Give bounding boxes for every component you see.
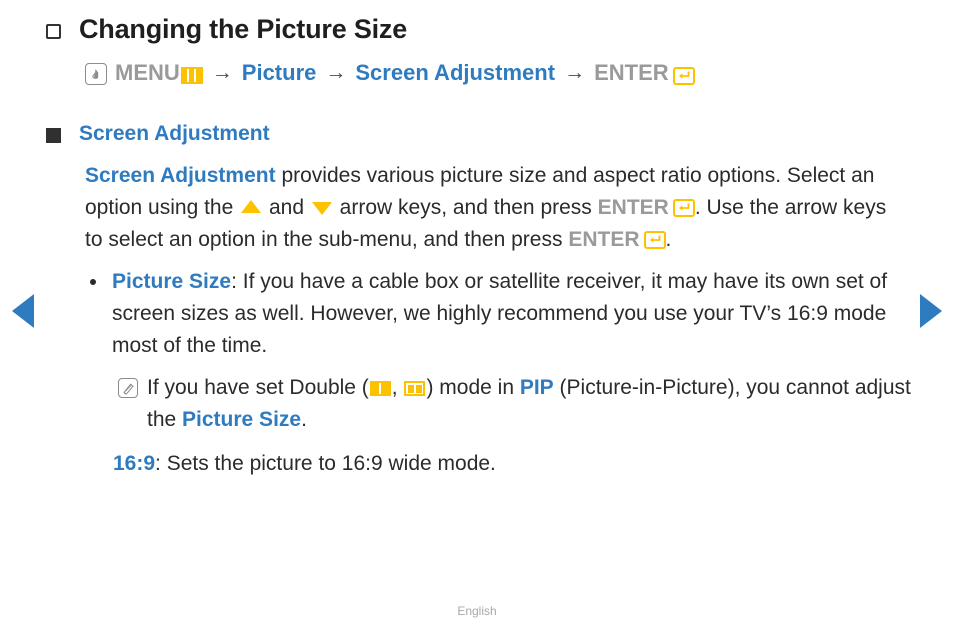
option-term: 16:9 (113, 452, 156, 475)
note-part-4: . (301, 408, 307, 431)
breadcrumb-item-picture[interactable]: Picture (242, 58, 317, 88)
breadcrumb-arrow-1: → (211, 61, 233, 84)
paragraph-lead-term: Screen Adjustment (85, 164, 276, 187)
bullet-dot-icon (90, 279, 96, 285)
double-vertical-icon (369, 381, 391, 396)
next-page-arrow-icon[interactable] (920, 294, 942, 328)
manual-page: Changing the Picture Size MENU → Picture… (0, 0, 954, 624)
breadcrumb: MENU → Picture → Screen Adjustment → ENT… (85, 58, 695, 88)
menu-grid-icon (180, 66, 203, 84)
breadcrumb-enter-label: ENTER (594, 60, 669, 85)
section-heading-row: Screen Adjustment (46, 122, 270, 146)
note-pip-term: PIP (519, 376, 554, 399)
page-title: Changing the Picture Size (79, 14, 408, 44)
option-description: : Sets the picture to 16:9 wide mode. (155, 452, 496, 475)
paragraph-part-3: arrow keys, and then press (333, 196, 598, 219)
breadcrumb-item-screen-adjustment[interactable]: Screen Adjustment (355, 58, 555, 88)
note-block: If you have set Double (, ) mode in PIP … (118, 372, 918, 436)
paragraph-part-5: . (665, 228, 672, 251)
breadcrumb-menu-label: MENU (115, 60, 180, 85)
title-square-bullet-icon (46, 24, 61, 39)
list-item: Picture Size: If you have a cable box or… (85, 266, 915, 362)
note-pencil-icon (118, 378, 138, 398)
option-line: 16:9: Sets the picture to 16:9 wide mode… (113, 448, 496, 480)
enter-return-icon (672, 199, 695, 217)
breadcrumb-arrow-2: → (325, 61, 347, 84)
note-separator: , (391, 376, 404, 399)
section-heading: Screen Adjustment (79, 122, 270, 145)
note-text: If you have set Double (, ) mode in PIP … (147, 372, 918, 436)
enter-return-icon (672, 67, 695, 85)
hand-press-icon (85, 63, 107, 85)
previous-page-arrow-icon[interactable] (12, 294, 34, 328)
arrow-down-icon (311, 202, 332, 215)
note-part-1: If you have set Double ( (147, 376, 369, 399)
paragraph-enter-label-1: ENTER (597, 196, 669, 219)
footer-language-label: English (457, 604, 497, 618)
paragraph-enter-label-2: ENTER (568, 228, 640, 251)
note-picture-size-term: Picture Size (182, 408, 302, 431)
intro-paragraph: Screen Adjustment provides various pictu… (85, 160, 905, 256)
paragraph-part-2: and (263, 196, 310, 219)
list-item-body: Picture Size: If you have a cable box or… (112, 266, 915, 362)
note-part-2: ) mode in (426, 376, 520, 399)
enter-return-icon (643, 231, 666, 249)
arrow-up-icon (241, 200, 262, 213)
breadcrumb-arrow-3: → (564, 61, 586, 84)
section-square-bullet-icon (46, 127, 61, 143)
double-inset-icon (404, 381, 426, 396)
page-title-row: Changing the Picture Size (46, 14, 407, 45)
list-item-term: Picture Size (112, 270, 232, 293)
